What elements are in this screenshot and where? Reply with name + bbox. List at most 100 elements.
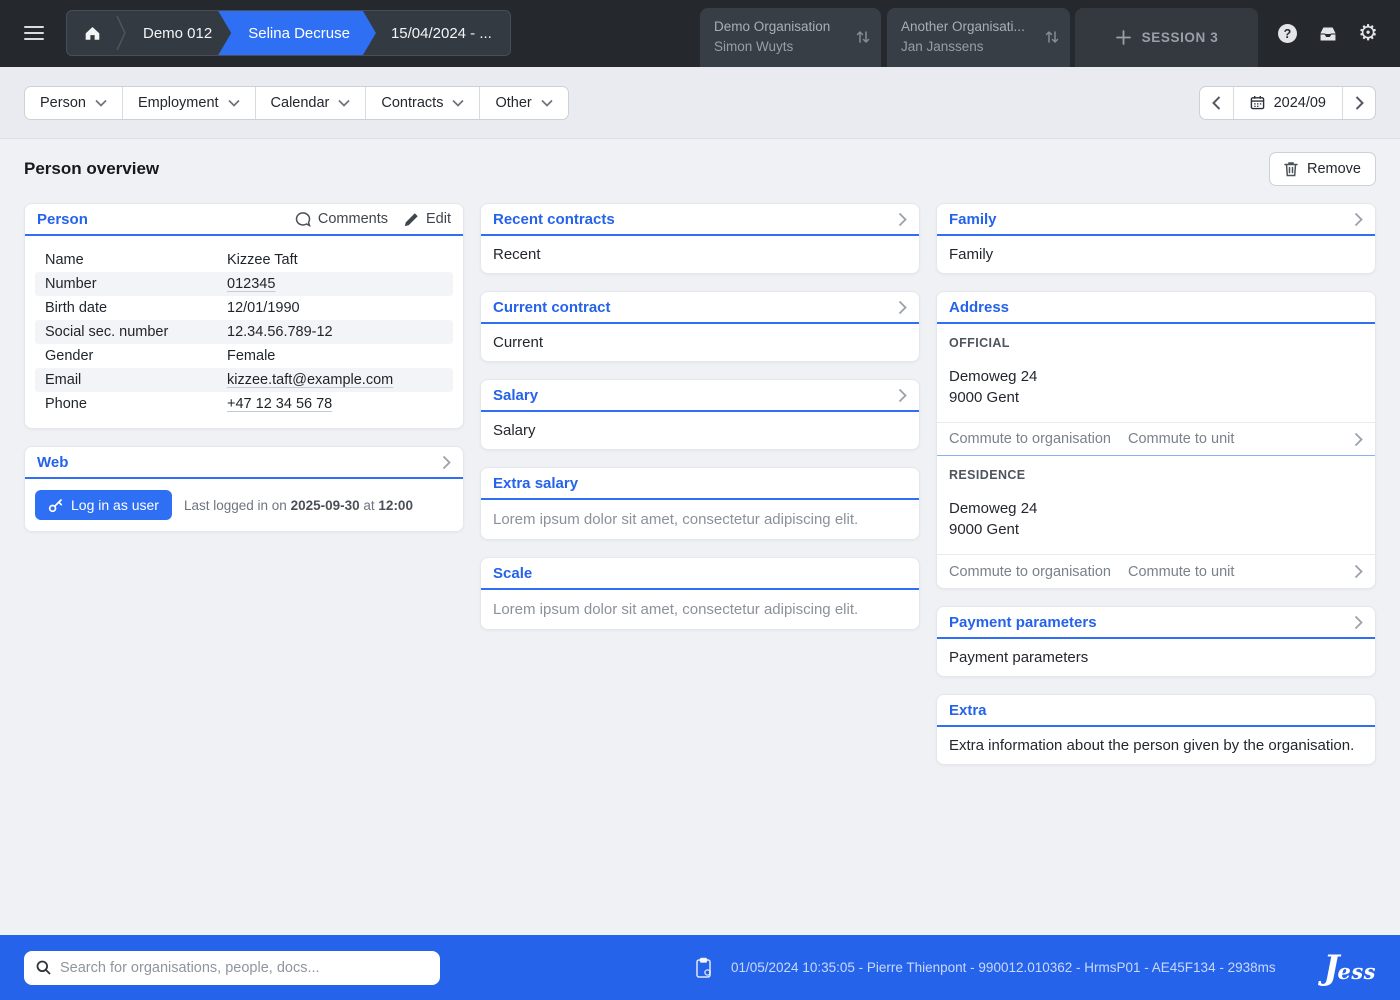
field-label: Number — [45, 276, 227, 292]
menu-icon[interactable] — [24, 23, 44, 43]
breadcrumb-home[interactable] — [67, 11, 116, 55]
chevron-right-icon[interactable] — [1354, 212, 1363, 227]
field-label: Phone — [45, 396, 227, 412]
payment-parameters-card: Payment parameters Payment parameters — [936, 606, 1376, 677]
home-icon — [84, 25, 101, 41]
extra-title[interactable]: Extra — [949, 702, 987, 719]
extra-body: Extra information about the person given… — [937, 727, 1375, 764]
family-card: Family Family — [936, 203, 1376, 274]
field-label: Email — [45, 372, 227, 388]
top-bar: Demo 012 Selina Decruse 15/04/2024 - ...… — [0, 0, 1400, 67]
org-name: Another Organisati... — [901, 17, 1036, 37]
commute-to-organisation-link[interactable]: Commute to organisation — [949, 564, 1111, 580]
field-value: 12.34.56.789-12 — [227, 324, 333, 340]
address-type-label: RESIDENCE — [949, 468, 1363, 482]
remove-button[interactable]: Remove — [1269, 152, 1376, 186]
breadcrumb-item-demo[interactable]: Demo 012 — [127, 11, 232, 55]
address-official-section: OFFICIAL Demoweg 24 9000 Gent — [937, 324, 1375, 422]
next-period-button[interactable] — [1342, 87, 1375, 119]
chevron-right-icon[interactable] — [1354, 564, 1363, 579]
org-card-demo-organisation[interactable]: Demo Organisation Simon Wuyts — [700, 8, 881, 67]
swap-session-icon[interactable] — [1044, 29, 1060, 45]
field-label: Social sec. number — [45, 324, 227, 340]
clipboard-icon[interactable] — [695, 957, 713, 979]
menu-person[interactable]: Person — [25, 87, 122, 119]
chevron-right-icon[interactable] — [442, 455, 451, 470]
period-navigator: 2024/09 — [1199, 86, 1376, 120]
chevron-right-icon[interactable] — [898, 300, 907, 315]
comments-button[interactable]: Comments — [295, 211, 388, 227]
commute-to-unit-link[interactable]: Commute to unit — [1128, 431, 1234, 447]
context-toolbar: Person Employment Calendar Contracts Oth… — [0, 67, 1400, 139]
chevron-left-icon — [1212, 96, 1221, 110]
address-city: 9000 Gent — [949, 519, 1363, 540]
payment-parameters-title[interactable]: Payment parameters — [949, 614, 1097, 631]
help-icon[interactable]: ? — [1277, 23, 1298, 44]
chevron-right-icon[interactable] — [1354, 615, 1363, 630]
breadcrumb-item-date[interactable]: 15/04/2024 - ... — [363, 11, 510, 55]
org-card-another-organisation[interactable]: Another Organisati... Jan Janssens — [887, 8, 1070, 67]
previous-period-button[interactable] — [1200, 87, 1233, 119]
edit-label: Edit — [426, 211, 451, 227]
extra-card: Extra Extra information about the person… — [936, 694, 1376, 765]
field-value-link[interactable]: 012345 — [227, 276, 275, 292]
web-card: Web Log in as user Last logged in on — [24, 446, 464, 532]
menu-employment[interactable]: Employment — [122, 87, 255, 119]
field-label: Name — [45, 252, 227, 268]
person-field-email: Email kizzee.taft@example.com — [35, 368, 453, 392]
breadcrumb-label: 15/04/2024 - ... — [391, 25, 492, 42]
extra-salary-card: Extra salary Lorem ipsum dolor sit amet,… — [480, 467, 920, 540]
swap-session-icon[interactable] — [855, 29, 871, 45]
session-label: SESSION 3 — [1142, 30, 1219, 45]
breadcrumb-item-person-active[interactable]: Selina Decruse — [218, 11, 376, 55]
footer-bar: 01/05/2024 10:35:05 - Pierre Thienpont -… — [0, 935, 1400, 1000]
address-city: 9000 Gent — [949, 387, 1363, 408]
field-label: Gender — [45, 348, 227, 364]
inbox-icon[interactable] — [1317, 25, 1339, 43]
salary-title[interactable]: Salary — [493, 387, 538, 404]
add-session-button[interactable]: SESSION 3 — [1075, 8, 1258, 67]
jess-logo[interactable]: Jess — [1323, 951, 1376, 985]
family-title[interactable]: Family — [949, 211, 997, 228]
salary-body: Salary — [481, 412, 919, 449]
speech-bubble-icon — [295, 212, 311, 227]
commute-to-organisation-link[interactable]: Commute to organisation — [949, 431, 1111, 447]
menu-label: Employment — [138, 95, 219, 111]
person-card-title[interactable]: Person — [37, 211, 88, 228]
commute-to-unit-link[interactable]: Commute to unit — [1128, 564, 1234, 580]
global-search[interactable] — [24, 951, 440, 985]
chevron-right-icon[interactable] — [898, 388, 907, 403]
menu-contracts[interactable]: Contracts — [365, 87, 479, 119]
recent-contracts-title[interactable]: Recent contracts — [493, 211, 615, 228]
edit-button[interactable]: Edit — [404, 211, 451, 227]
chevron-right-icon[interactable] — [1354, 432, 1363, 447]
gear-icon[interactable]: ⚙ — [1358, 23, 1378, 45]
address-title[interactable]: Address — [949, 299, 1009, 316]
search-icon — [36, 960, 51, 975]
menu-other[interactable]: Other — [479, 87, 567, 119]
last-login-date: 2025-09-30 — [291, 498, 360, 513]
current-contract-title[interactable]: Current contract — [493, 299, 611, 316]
family-body: Family — [937, 236, 1375, 273]
main-content: Person overview Remove Person Com — [0, 139, 1400, 765]
field-value: 12/01/1990 — [227, 300, 300, 316]
period-select[interactable]: 2024/09 — [1233, 87, 1342, 119]
chevron-right-icon[interactable] — [898, 212, 907, 227]
login-as-user-button[interactable]: Log in as user — [35, 490, 172, 520]
extra-salary-title[interactable]: Extra salary — [493, 475, 578, 492]
plus-icon — [1115, 29, 1132, 46]
menu-calendar[interactable]: Calendar — [255, 87, 366, 119]
session-status-text: 01/05/2024 10:35:05 - Pierre Thienpont -… — [731, 960, 1276, 975]
login-as-user-label: Log in as user — [71, 497, 159, 513]
current-contract-body: Current — [481, 324, 919, 361]
comments-label: Comments — [318, 211, 388, 227]
breadcrumb: Demo 012 Selina Decruse 15/04/2024 - ... — [66, 10, 511, 56]
chevron-down-icon — [338, 99, 350, 107]
web-card-title[interactable]: Web — [37, 454, 68, 471]
field-value-link[interactable]: kizzee.taft@example.com — [227, 372, 393, 388]
field-value-link[interactable]: +47 12 34 56 78 — [227, 396, 332, 412]
scale-title[interactable]: Scale — [493, 565, 532, 582]
commute-row-residence: Commute to organisation Commute to unit — [937, 554, 1375, 588]
current-contract-card: Current contract Current — [480, 291, 920, 362]
search-input[interactable] — [60, 960, 428, 976]
